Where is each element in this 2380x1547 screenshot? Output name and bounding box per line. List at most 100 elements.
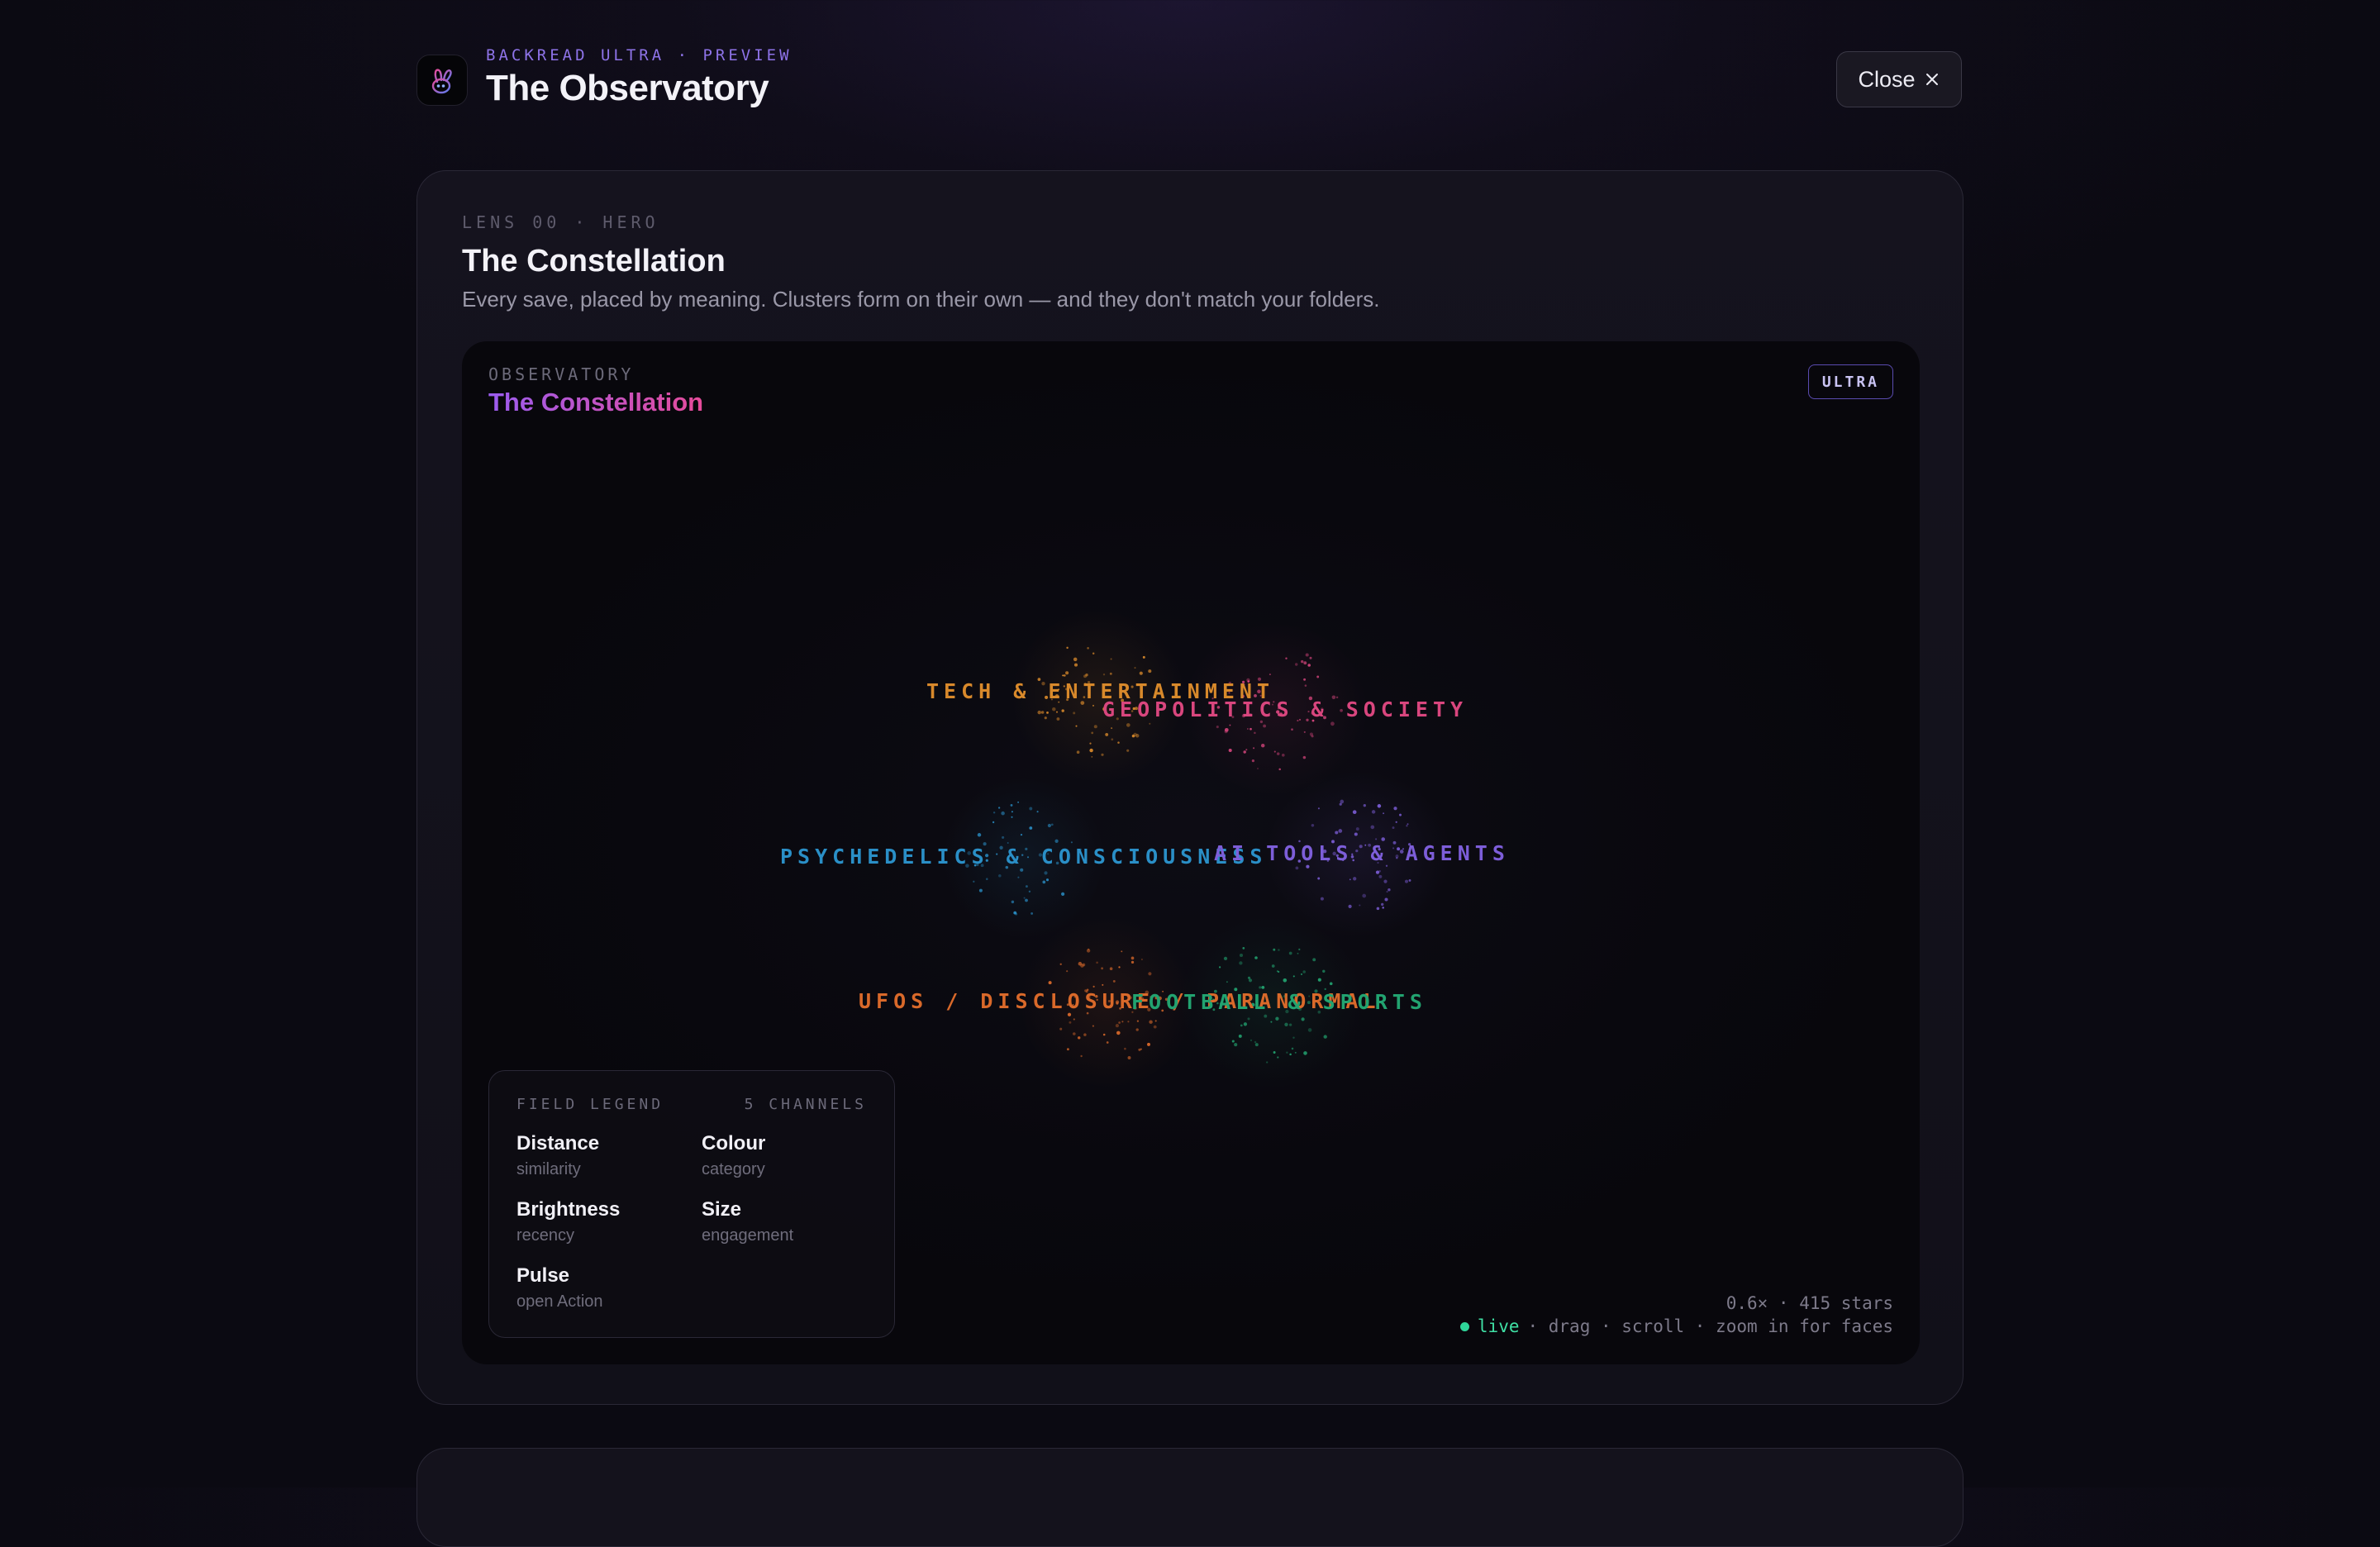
star[interactable] <box>1352 810 1357 815</box>
star[interactable] <box>1273 948 1276 951</box>
star[interactable] <box>1301 1017 1305 1021</box>
star[interactable] <box>1092 985 1095 988</box>
star[interactable] <box>1121 950 1123 953</box>
star[interactable] <box>1254 1040 1257 1044</box>
star[interactable] <box>1093 725 1097 729</box>
star[interactable] <box>1002 835 1005 839</box>
star[interactable] <box>1091 755 1093 758</box>
star[interactable] <box>1109 672 1112 675</box>
star[interactable] <box>1276 752 1280 755</box>
star[interactable] <box>1383 879 1388 883</box>
star[interactable] <box>1117 741 1120 744</box>
star[interactable] <box>1025 898 1028 902</box>
star[interactable] <box>992 812 996 814</box>
star[interactable] <box>1135 1028 1139 1031</box>
star[interactable] <box>1017 876 1020 878</box>
star[interactable] <box>1140 958 1143 961</box>
star[interactable] <box>1306 864 1310 869</box>
star[interactable] <box>1147 1042 1150 1046</box>
star[interactable] <box>1231 1040 1235 1043</box>
star[interactable] <box>1109 967 1113 970</box>
star[interactable] <box>1142 655 1145 659</box>
star[interactable] <box>1295 866 1299 870</box>
star[interactable] <box>1254 956 1258 959</box>
star[interactable] <box>1118 1021 1121 1024</box>
star[interactable] <box>1063 674 1066 677</box>
star[interactable] <box>1056 717 1060 721</box>
star[interactable] <box>1355 827 1359 831</box>
star[interactable] <box>1040 711 1045 714</box>
star[interactable] <box>1067 1012 1072 1016</box>
star[interactable] <box>1061 709 1064 712</box>
star[interactable] <box>1260 743 1265 748</box>
star[interactable] <box>1250 727 1252 731</box>
star[interactable] <box>997 807 1001 809</box>
star[interactable] <box>1044 716 1047 720</box>
star[interactable] <box>1304 684 1307 687</box>
star[interactable] <box>1062 674 1064 677</box>
star[interactable] <box>1083 1033 1087 1036</box>
star[interactable] <box>1317 807 1320 810</box>
star[interactable] <box>1273 1051 1276 1054</box>
star[interactable] <box>1330 721 1335 726</box>
star[interactable] <box>1393 807 1397 811</box>
star[interactable] <box>1075 725 1078 727</box>
star[interactable] <box>1037 710 1041 715</box>
star[interactable] <box>1362 893 1367 898</box>
star[interactable] <box>1105 732 1109 736</box>
star[interactable] <box>1289 1053 1292 1056</box>
star[interactable] <box>1354 832 1358 836</box>
star[interactable] <box>1029 826 1033 830</box>
star[interactable] <box>1264 1014 1268 1018</box>
star[interactable] <box>1076 750 1080 754</box>
star[interactable] <box>1077 1036 1081 1040</box>
star[interactable] <box>1243 1022 1248 1026</box>
star[interactable] <box>1228 748 1232 753</box>
star[interactable] <box>1020 868 1024 872</box>
star[interactable] <box>1087 647 1089 650</box>
star[interactable] <box>1121 1021 1124 1023</box>
star[interactable] <box>1010 803 1013 807</box>
star[interactable] <box>1278 949 1280 951</box>
star[interactable] <box>1015 912 1018 916</box>
star[interactable] <box>1292 1036 1295 1039</box>
star[interactable] <box>1055 711 1059 713</box>
star[interactable] <box>1266 1061 1269 1064</box>
star[interactable] <box>1329 982 1333 986</box>
star[interactable] <box>1007 842 1009 844</box>
star[interactable] <box>1371 810 1376 814</box>
star[interactable] <box>1303 661 1307 665</box>
star[interactable] <box>1031 912 1034 915</box>
star[interactable] <box>1059 963 1062 965</box>
star[interactable] <box>1046 711 1049 714</box>
star[interactable] <box>1073 1032 1076 1035</box>
star[interactable] <box>1148 669 1152 674</box>
star[interactable] <box>1073 663 1078 667</box>
star[interactable] <box>1307 1028 1312 1032</box>
star[interactable] <box>1101 967 1104 970</box>
star[interactable] <box>1243 750 1246 754</box>
star[interactable] <box>1302 755 1307 759</box>
star[interactable] <box>1238 1034 1242 1038</box>
close-button[interactable]: Close <box>1836 51 1962 107</box>
star[interactable] <box>1370 825 1375 830</box>
star[interactable] <box>1239 961 1243 965</box>
star[interactable] <box>1245 749 1248 751</box>
star[interactable] <box>1219 966 1221 969</box>
star[interactable] <box>1025 885 1028 888</box>
star[interactable] <box>1066 646 1069 650</box>
star[interactable] <box>1131 734 1135 738</box>
star[interactable] <box>1226 981 1228 983</box>
star[interactable] <box>1136 1020 1140 1022</box>
star[interactable] <box>1224 730 1228 734</box>
star[interactable] <box>1250 1039 1253 1041</box>
star[interactable] <box>1399 813 1402 816</box>
star[interactable] <box>1096 961 1098 964</box>
star[interactable] <box>1273 750 1276 753</box>
star[interactable] <box>1089 748 1093 753</box>
star[interactable] <box>1092 652 1095 654</box>
star[interactable] <box>1388 888 1391 892</box>
star[interactable] <box>1126 723 1130 727</box>
star[interactable] <box>1029 807 1033 811</box>
star[interactable] <box>1239 953 1244 958</box>
